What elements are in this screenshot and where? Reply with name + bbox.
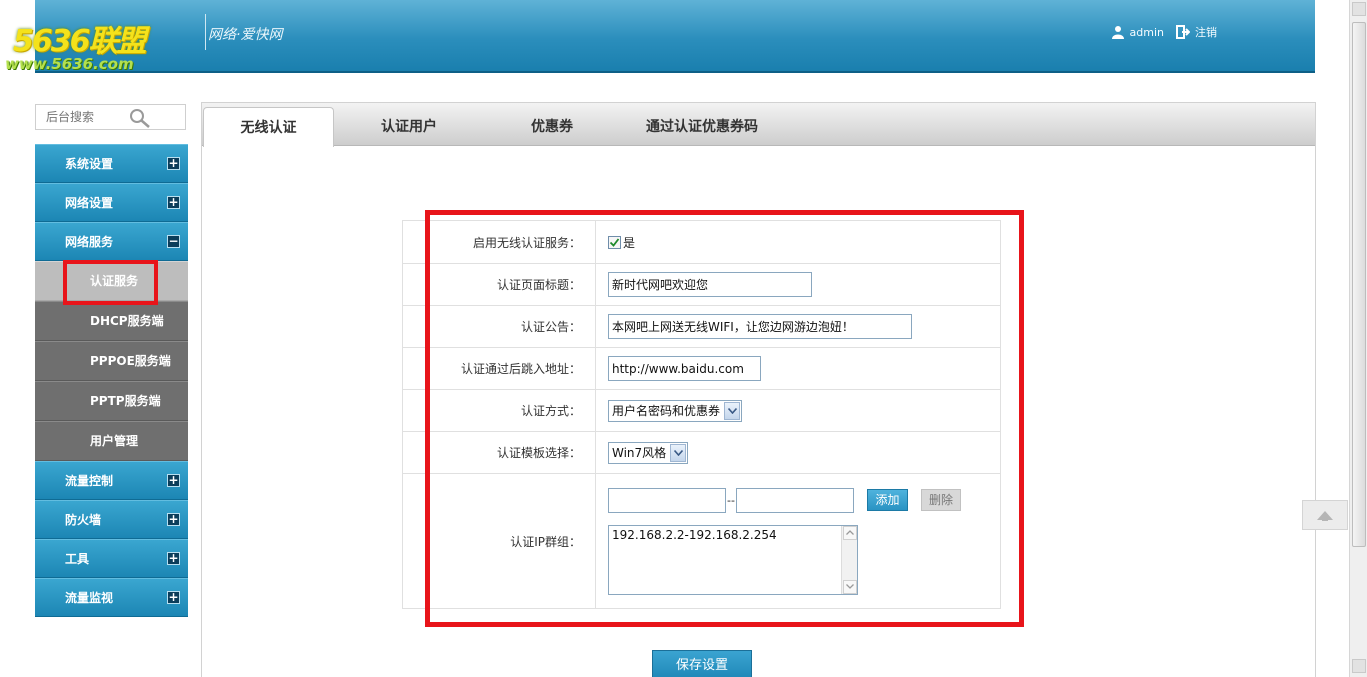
user-icon [1111,25,1125,39]
sidebar-item-label: 网络服务 [65,235,114,249]
logo-slogan: 网络·爱快网 [208,27,283,43]
ip-start-input[interactable] [608,487,726,513]
top-header: 5636联盟 www.5636.com 网络·爱快网 admin 注销 [5,0,1315,73]
scroll-down-icon[interactable] [843,579,857,594]
logo-text: 5636联盟 [13,24,146,59]
back-to-top-button[interactable] [1302,500,1348,530]
admin-search [35,104,186,130]
sidebar-item-network-services[interactable]: 网络服务 − [35,222,188,261]
auth-method-select[interactable]: 用户名密码和优惠券 [608,399,743,422]
textarea-scrollbar[interactable] [841,525,857,594]
page-title-label: 认证页面标题： [402,263,596,306]
save-settings-button[interactable]: 保存设置 [652,650,752,677]
sidebar-item-network-settings[interactable]: 网络设置 + [35,183,188,222]
sidebar-item-label: 防火墙 [65,513,102,527]
sidebar-nav: 系统设置 + 网络设置 + 网络服务 − 认证服务 DHCP服务端 PPPOE服… [35,144,188,617]
sidebar-item-label: 系统设置 [65,157,114,171]
wireless-auth-form: 启用无线认证服务： 是 认证页面标题： 认证公告： 认证通过后跳入地址： 认证方… [402,220,1001,609]
scroll-down-icon[interactable] [1352,659,1366,673]
arrow-up-icon [1317,511,1333,521]
expand-icon[interactable]: + [167,474,180,487]
redirect-url-input[interactable] [608,356,761,381]
sidebar-item-firewall[interactable]: 防火墙 + [35,500,188,539]
delete-ip-button[interactable]: 删除 [920,489,961,511]
user-area: admin 注销 [1099,24,1217,40]
sidebar-subitem-user-management[interactable]: 用户管理 [35,421,188,461]
tab-bar: 无线认证 认证用户 优惠券 通过认证优惠券码 [202,103,1315,147]
scroll-up-icon[interactable] [1352,2,1366,16]
template-label: 认证模板选择： [402,431,596,474]
checkbox-checked-icon [608,235,621,249]
sidebar-item-label: 流量监视 [65,591,114,605]
chevron-down-icon [724,401,741,420]
sidebar-item-tools[interactable]: 工具 + [35,539,188,578]
expand-icon[interactable]: + [167,196,180,209]
auth-method-value: 用户名密码和优惠券 [612,404,721,418]
tab-auth-users[interactable]: 认证用户 [349,107,469,146]
ip-range-separator: -- [727,493,735,507]
sidebar-subitem-pptp-server[interactable]: PPTP服务端 [35,381,188,421]
user-menu[interactable]: admin [1111,25,1164,39]
redirect-url-label: 认证通过后跳入地址： [402,347,596,390]
scrollbar-thumb[interactable] [1352,22,1366,547]
scroll-up-icon[interactable] [843,525,857,540]
logout-icon [1176,25,1191,39]
sidebar-item-traffic-control[interactable]: 流量控制 + [35,461,188,500]
sidebar-item-label: 工具 [65,552,90,566]
ip-list-textarea[interactable]: 192.168.2.2-192.168.2.254 [608,524,858,595]
tab-coupons[interactable]: 优惠券 [502,107,602,146]
sidebar-subitem-dhcp-server[interactable]: DHCP服务端 [35,301,188,341]
notice-label: 认证公告： [402,305,596,348]
logout-link[interactable]: 注销 [1176,24,1217,40]
sidebar-item-traffic-monitor[interactable]: 流量监视 + [35,578,188,617]
expand-icon[interactable]: + [167,513,180,526]
tab-wireless-auth[interactable]: 无线认证 [203,107,334,147]
template-value: Win7风格 [612,446,667,460]
enable-label: 启用无线认证服务： [402,220,596,264]
ip-list-value: 192.168.2.2-192.168.2.254 [612,527,777,542]
chevron-down-icon [670,443,687,462]
sidebar-subitem-pppoe-server[interactable]: PPPOE服务端 [35,341,188,381]
auth-method-label: 认证方式： [402,389,596,432]
sidebar-item-label: 网络设置 [65,196,114,210]
page-scrollbar[interactable] [1349,0,1367,677]
notice-input[interactable] [608,314,912,339]
enable-checkbox[interactable]: 是 [608,234,635,251]
search-icon[interactable] [129,108,151,131]
sidebar-item-system-settings[interactable]: 系统设置 + [35,144,188,183]
expand-icon[interactable]: + [167,157,180,170]
active-item-highlight [63,260,158,305]
add-ip-button[interactable]: 添加 [866,489,908,511]
page-title-input[interactable] [608,272,812,297]
logout-label: 注销 [1195,26,1217,39]
ip-end-input[interactable] [735,487,854,513]
enable-value: 是 [623,235,636,250]
logo-divider [205,14,206,50]
sidebar-item-label: 流量控制 [65,474,114,488]
expand-icon[interactable]: + [167,591,180,604]
ip-group-label: 认证IP群组： [402,473,596,609]
user-name: admin [1129,25,1164,39]
template-select[interactable]: Win7风格 [608,441,689,464]
collapse-icon[interactable]: − [167,235,180,248]
expand-icon[interactable]: + [167,552,180,565]
tab-auth-coupon-codes[interactable]: 通过认证优惠券码 [622,107,782,146]
logo-url: www.5636.com [5,55,134,73]
